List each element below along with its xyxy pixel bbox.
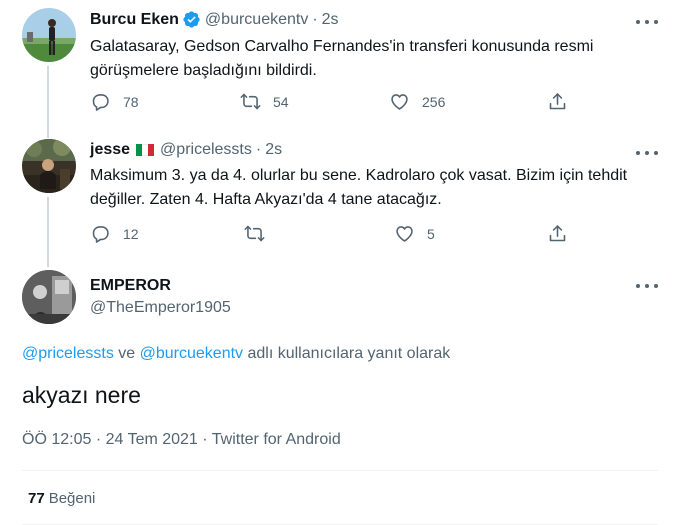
- like-icon: [391, 94, 408, 110]
- more-icon[interactable]: [636, 15, 658, 29]
- like-icon: [396, 226, 413, 242]
- share-icon: [549, 225, 566, 242]
- verified-icon: [182, 10, 201, 29]
- reply-icon: [92, 226, 109, 243]
- retweet-button[interactable]: [244, 223, 277, 244]
- thread-line: [47, 197, 49, 267]
- tweet-source[interactable]: Twitter for Android: [212, 431, 341, 448]
- likes-label: Beğeni: [48, 490, 96, 507]
- more-icon[interactable]: [636, 146, 658, 160]
- timestamp[interactable]: 2s: [265, 141, 282, 159]
- user-handle[interactable]: @burcuekentv: [205, 11, 308, 29]
- mention-link[interactable]: @pricelessts: [22, 345, 114, 362]
- tweet-text: Maksimum 3. ya da 4. olurlar bu sene. Ka…: [90, 167, 628, 208]
- tweet-header: jesse @pricelessts · 2s: [90, 141, 282, 159]
- like-count: 256: [422, 93, 446, 110]
- mention-link[interactable]: @burcuekentv: [140, 345, 243, 362]
- reply-button[interactable]: 78: [90, 91, 139, 112]
- display-name[interactable]: Burcu Eken: [90, 11, 179, 29]
- timestamp[interactable]: 2s: [322, 11, 339, 29]
- tweet-date[interactable]: 24 Tem 2021: [106, 431, 198, 448]
- italy-flag-icon: [136, 144, 155, 156]
- retweet-icon: [240, 93, 261, 110]
- separator-dot: ·: [312, 10, 318, 28]
- share-button[interactable]: [547, 91, 568, 112]
- reply-count: 78: [123, 93, 139, 110]
- more-icon[interactable]: [636, 279, 658, 293]
- like-button[interactable]: 256: [389, 91, 445, 112]
- share-icon: [549, 93, 566, 110]
- reply-button[interactable]: 12: [90, 223, 139, 244]
- separator-dot: ·: [202, 431, 208, 448]
- tweet-meta: ÖÖ 12:05 · 24 Tem 2021 · Twitter for And…: [22, 431, 341, 449]
- reply-count: 12: [123, 225, 139, 242]
- tweet-text: Galatasaray, Gedson Carvalho Fernandes'i…: [90, 38, 594, 79]
- user-handle[interactable]: @pricelessts: [160, 141, 252, 159]
- display-name[interactable]: EMPEROR: [90, 277, 171, 295]
- retweet-count: 54: [273, 93, 289, 110]
- divider: [22, 470, 658, 471]
- reply-icon: [92, 94, 109, 111]
- user-handle[interactable]: @TheEmperor1905: [90, 299, 231, 317]
- likes-count: 77: [28, 490, 45, 507]
- separator-dot: ·: [95, 431, 102, 448]
- share-button[interactable]: [547, 223, 568, 244]
- reply-and-text: ve: [113, 345, 140, 362]
- display-name[interactable]: jesse: [90, 141, 130, 159]
- retweet-button[interactable]: 54: [240, 91, 289, 112]
- retweet-icon: [244, 225, 265, 242]
- like-count: 5: [427, 225, 435, 242]
- like-button[interactable]: 5: [394, 223, 435, 244]
- tweet-actions: 78 54 256: [90, 91, 576, 113]
- avatar[interactable]: [22, 139, 76, 193]
- thread-line: [47, 66, 49, 138]
- tweet-text: akyazı nere: [22, 382, 141, 408]
- likes-summary[interactable]: 77 Beğeni: [28, 490, 95, 507]
- tweet-header: Burcu Eken @burcuekentv · 2s: [90, 10, 339, 29]
- avatar[interactable]: [22, 8, 76, 62]
- reply-context: @pricelessts ve @burcuekentv adlı kullan…: [22, 345, 450, 363]
- tweet-actions: 12 5: [90, 223, 576, 245]
- separator-dot: ·: [255, 141, 262, 158]
- reply-suffix-text: adlı kullanıcılara yanıt olarak: [243, 345, 451, 362]
- avatar[interactable]: [22, 270, 76, 324]
- tweet-time[interactable]: ÖÖ 12:05: [22, 431, 91, 448]
